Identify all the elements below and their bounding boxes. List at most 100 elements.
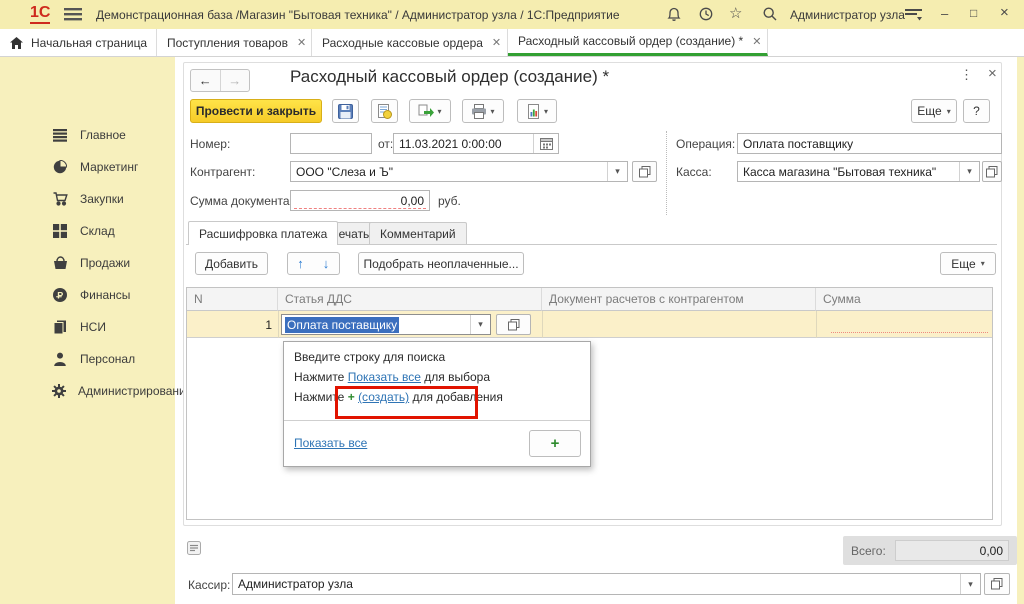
add-row-button[interactable]: Добавить [195, 252, 268, 275]
close-tab-icon[interactable]: ✕ [297, 36, 306, 49]
post-document-button[interactable] [371, 99, 398, 123]
cashier-label: Кассир: [188, 578, 230, 592]
column-header-amount[interactable]: Сумма [816, 288, 992, 311]
post-document-icon [377, 104, 392, 119]
show-all-inline-link[interactable]: Показать все [348, 370, 421, 384]
number-label: Номер: [190, 137, 230, 151]
cashier-open-button[interactable] [984, 573, 1010, 595]
sidebar-item-administration[interactable]: Администрирование [0, 375, 175, 407]
main-menu-icon[interactable] [905, 6, 922, 22]
sidebar-item-warehouse[interactable]: Склад [0, 215, 175, 247]
chevron-down-icon[interactable]: ▾ [960, 574, 980, 594]
table-footer-icon[interactable] [187, 541, 201, 555]
cashier-input[interactable]: Администратор узла ▾ [232, 573, 981, 595]
column-header-settlement-doc[interactable]: Документ расчетов с контрагентом [542, 288, 816, 311]
sidebar-item-personnel[interactable]: Персонал [0, 343, 175, 375]
column-header-n[interactable]: N [187, 288, 278, 311]
favorites-star-icon[interactable]: ☆ [729, 4, 742, 22]
form-more-button[interactable]: Еще ▾ [911, 99, 957, 123]
date-input[interactable]: 11.03.2021 0:00:00 [393, 133, 559, 154]
sidebar-item-purchases[interactable]: Закупки [0, 183, 175, 215]
hint-text: Нажмите [294, 370, 348, 384]
chevron-down-icon[interactable]: ▾ [470, 315, 490, 334]
cashbox-value: Касса магазина "Бытовая техника" [738, 162, 959, 181]
annotation-highlight-box [335, 386, 478, 419]
cashier-value: Администратор узла [233, 574, 960, 594]
tab-cash-orders-list[interactable]: Расходные кассовые ордера ✕ [312, 29, 508, 56]
close-form-icon[interactable]: × [988, 65, 997, 82]
popup-divider [284, 420, 590, 421]
show-all-link[interactable]: Показать все [294, 436, 367, 450]
calendar-icon[interactable] [533, 134, 558, 153]
search-icon[interactable] [762, 6, 778, 22]
sidebar-item-finance[interactable]: P Финансы [0, 279, 175, 311]
more-label: Еще [917, 104, 941, 118]
date-label: от: [378, 137, 393, 151]
reports-button[interactable]: ▾ [517, 99, 557, 123]
create-based-on-icon [418, 104, 434, 119]
cashbox-open-button[interactable] [982, 161, 1002, 182]
close-tab-icon[interactable]: ✕ [752, 35, 761, 48]
move-row-down-button[interactable]: ↓ [313, 252, 340, 275]
tab-goods-receipts[interactable]: Поступления товаров ✕ [157, 29, 312, 56]
sidebar-item-label: Склад [80, 224, 115, 238]
close-tab-icon[interactable]: ✕ [492, 36, 501, 49]
chevron-down-icon[interactable]: ▾ [959, 162, 979, 181]
contractor-open-button[interactable] [632, 161, 657, 182]
cards-icon [52, 320, 68, 334]
report-icon [526, 104, 541, 119]
table-more-button[interactable]: Еще ▾ [940, 252, 996, 275]
forward-arrow-button[interactable]: → [221, 70, 250, 91]
chevron-down-icon: ▾ [981, 259, 985, 268]
selected-text: Оплата поставщику [285, 317, 399, 333]
home-icon [10, 37, 23, 49]
tab-home[interactable]: Начальная страница [0, 29, 157, 56]
sidebar-item-label: Маркетинг [80, 160, 138, 174]
back-arrow-button[interactable]: ← [191, 70, 221, 91]
post-and-close-button[interactable]: Провести и закрыть [190, 99, 322, 123]
form-title: Расходный кассовый ордер (создание) * [290, 67, 609, 87]
tab-comment[interactable]: Комментарий [369, 222, 467, 244]
column-splitter[interactable] [666, 131, 667, 215]
help-button[interactable]: ? [963, 99, 990, 123]
printer-icon [471, 104, 487, 119]
operation-input[interactable]: Оплата поставщику [737, 133, 1002, 154]
maximize-button[interactable]: □ [970, 6, 977, 20]
print-button[interactable]: ▾ [462, 99, 504, 123]
number-input[interactable] [290, 133, 372, 154]
pick-unpaid-button[interactable]: Подобрать неоплаченные... [358, 252, 524, 275]
ddc-item-open-button[interactable] [496, 314, 531, 335]
ddc-item-cell-editor[interactable]: Оплата поставщику ▾ [281, 314, 491, 335]
hamburger-menu-icon[interactable] [64, 7, 82, 21]
cashbox-input[interactable]: Касса магазина "Бытовая техника" ▾ [737, 161, 980, 182]
sidebar-item-sales[interactable]: Продажи [0, 247, 175, 279]
notifications-bell-icon[interactable] [666, 6, 682, 22]
hint-text: для выбора [421, 370, 490, 384]
minimize-button[interactable]: – [941, 6, 948, 21]
current-user[interactable]: Администратор узла [790, 8, 905, 22]
create-new-button[interactable]: + [529, 430, 581, 457]
create-based-on-button[interactable]: ▾ [409, 99, 451, 123]
sidebar-item-marketing[interactable]: Маркетинг [0, 151, 175, 183]
right-edge-strip [1017, 57, 1024, 604]
sidebar-item-label: Администрирование [78, 384, 192, 398]
kebab-menu-icon[interactable]: ⋮ [960, 67, 973, 83]
operation-value: Оплата поставщику [738, 134, 1001, 153]
column-header-ddc-item[interactable]: Статья ДДС [278, 288, 542, 311]
chevron-down-icon[interactable]: ▾ [607, 162, 627, 181]
sidebar-item-nsi[interactable]: НСИ [0, 311, 175, 343]
close-window-button[interactable]: × [1000, 4, 1009, 21]
tab-payment-details[interactable]: Расшифровка платежа [188, 221, 338, 245]
contractor-input[interactable]: ООО "Слеза и Ъ" ▾ [290, 161, 628, 182]
amount-input[interactable]: 0,00 [290, 190, 430, 211]
gear-icon [52, 384, 66, 398]
move-row-up-button[interactable]: ↑ [287, 252, 314, 275]
save-button[interactable] [332, 99, 359, 123]
tab-label: Комментарий [380, 227, 456, 241]
popup-hint-show-all: Нажмите Показать все для выбора [294, 370, 490, 386]
contractor-label: Контрагент: [190, 165, 255, 179]
sidebar-item-main[interactable]: Главное [0, 119, 175, 151]
history-icon[interactable] [698, 6, 714, 22]
tab-cash-order-create[interactable]: Расходный кассовый ордер (создание) * ✕ [508, 29, 768, 56]
window-title: Демонстрационная база /Магазин "Бытовая … [96, 8, 620, 22]
